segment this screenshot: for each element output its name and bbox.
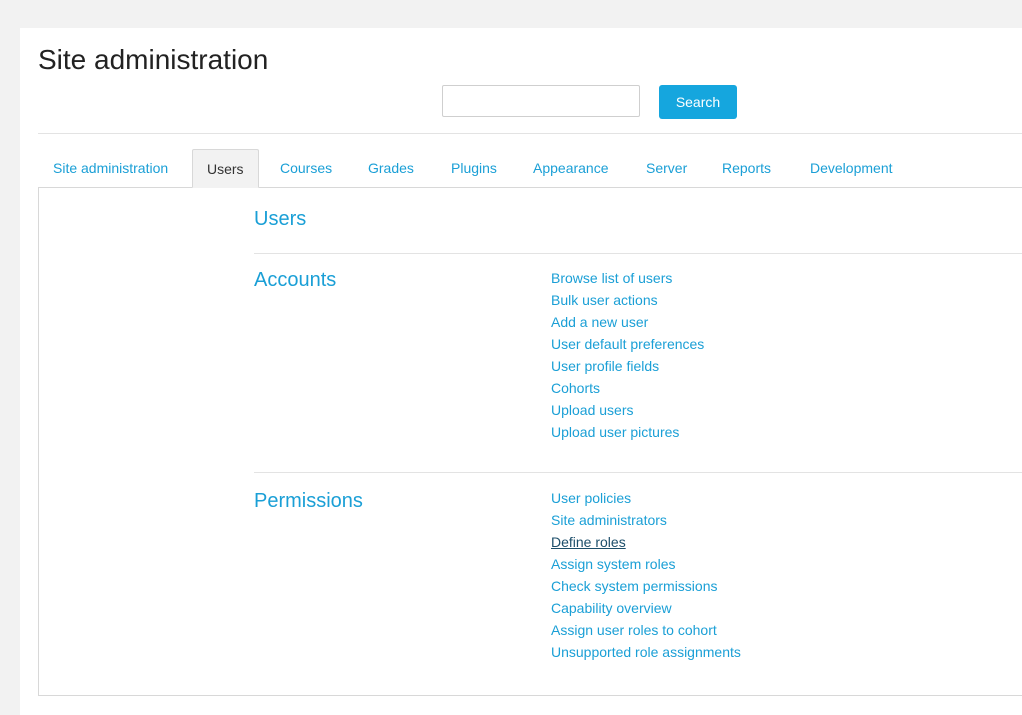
link-check-system-permissions[interactable]: Check system permissions — [551, 578, 718, 594]
section-divider — [254, 253, 1022, 254]
link-site-administrators[interactable]: Site administrators — [551, 512, 667, 528]
link-user-default-preferences[interactable]: User default preferences — [551, 336, 704, 352]
link-cohorts[interactable]: Cohorts — [551, 380, 600, 396]
tab-grades[interactable]: Grades — [368, 149, 414, 187]
tab-users[interactable]: Users — [192, 149, 259, 188]
link-add-a-new-user[interactable]: Add a new user — [551, 314, 648, 330]
link-user-profile-fields[interactable]: User profile fields — [551, 358, 659, 374]
link-assign-user-roles-to-cohort[interactable]: Assign user roles to cohort — [551, 622, 717, 638]
users-heading[interactable]: Users — [254, 208, 306, 231]
tab-site-administration[interactable]: Site administration — [53, 149, 168, 187]
link-upload-users[interactable]: Upload users — [551, 402, 634, 418]
tab-appearance[interactable]: Appearance — [533, 149, 609, 187]
permissions-link-list: User policies Site administrators Define… — [551, 487, 741, 663]
link-assign-system-roles[interactable]: Assign system roles — [551, 556, 675, 572]
link-bulk-user-actions[interactable]: Bulk user actions — [551, 292, 658, 308]
section-divider — [254, 472, 1022, 473]
link-capability-overview[interactable]: Capability overview — [551, 600, 672, 616]
tab-development[interactable]: Development — [810, 149, 893, 187]
permissions-heading[interactable]: Permissions — [254, 490, 363, 513]
tab-server[interactable]: Server — [646, 149, 687, 187]
link-user-policies[interactable]: User policies — [551, 490, 631, 506]
search-button[interactable]: Search — [659, 85, 737, 119]
accounts-heading[interactable]: Accounts — [254, 269, 336, 292]
tab-bar: Site administration Users Courses Grades… — [38, 149, 1022, 188]
tab-reports[interactable]: Reports — [722, 149, 771, 187]
link-browse-list-of-users[interactable]: Browse list of users — [551, 270, 672, 286]
page-title: Site administration — [38, 44, 269, 75]
page: Site administration Search Site administ… — [20, 28, 1022, 715]
link-upload-user-pictures[interactable]: Upload user pictures — [551, 424, 679, 440]
accounts-link-list: Browse list of users Bulk user actions A… — [551, 267, 704, 443]
search-input[interactable] — [442, 85, 640, 117]
link-unsupported-role-assignments[interactable]: Unsupported role assignments — [551, 644, 741, 660]
tab-plugins[interactable]: Plugins — [451, 149, 497, 187]
header-divider — [38, 133, 1022, 134]
tab-content-panel: Users Accounts Browse list of users Bulk… — [38, 187, 1022, 696]
link-define-roles[interactable]: Define roles — [551, 534, 626, 550]
tab-courses[interactable]: Courses — [280, 149, 332, 187]
